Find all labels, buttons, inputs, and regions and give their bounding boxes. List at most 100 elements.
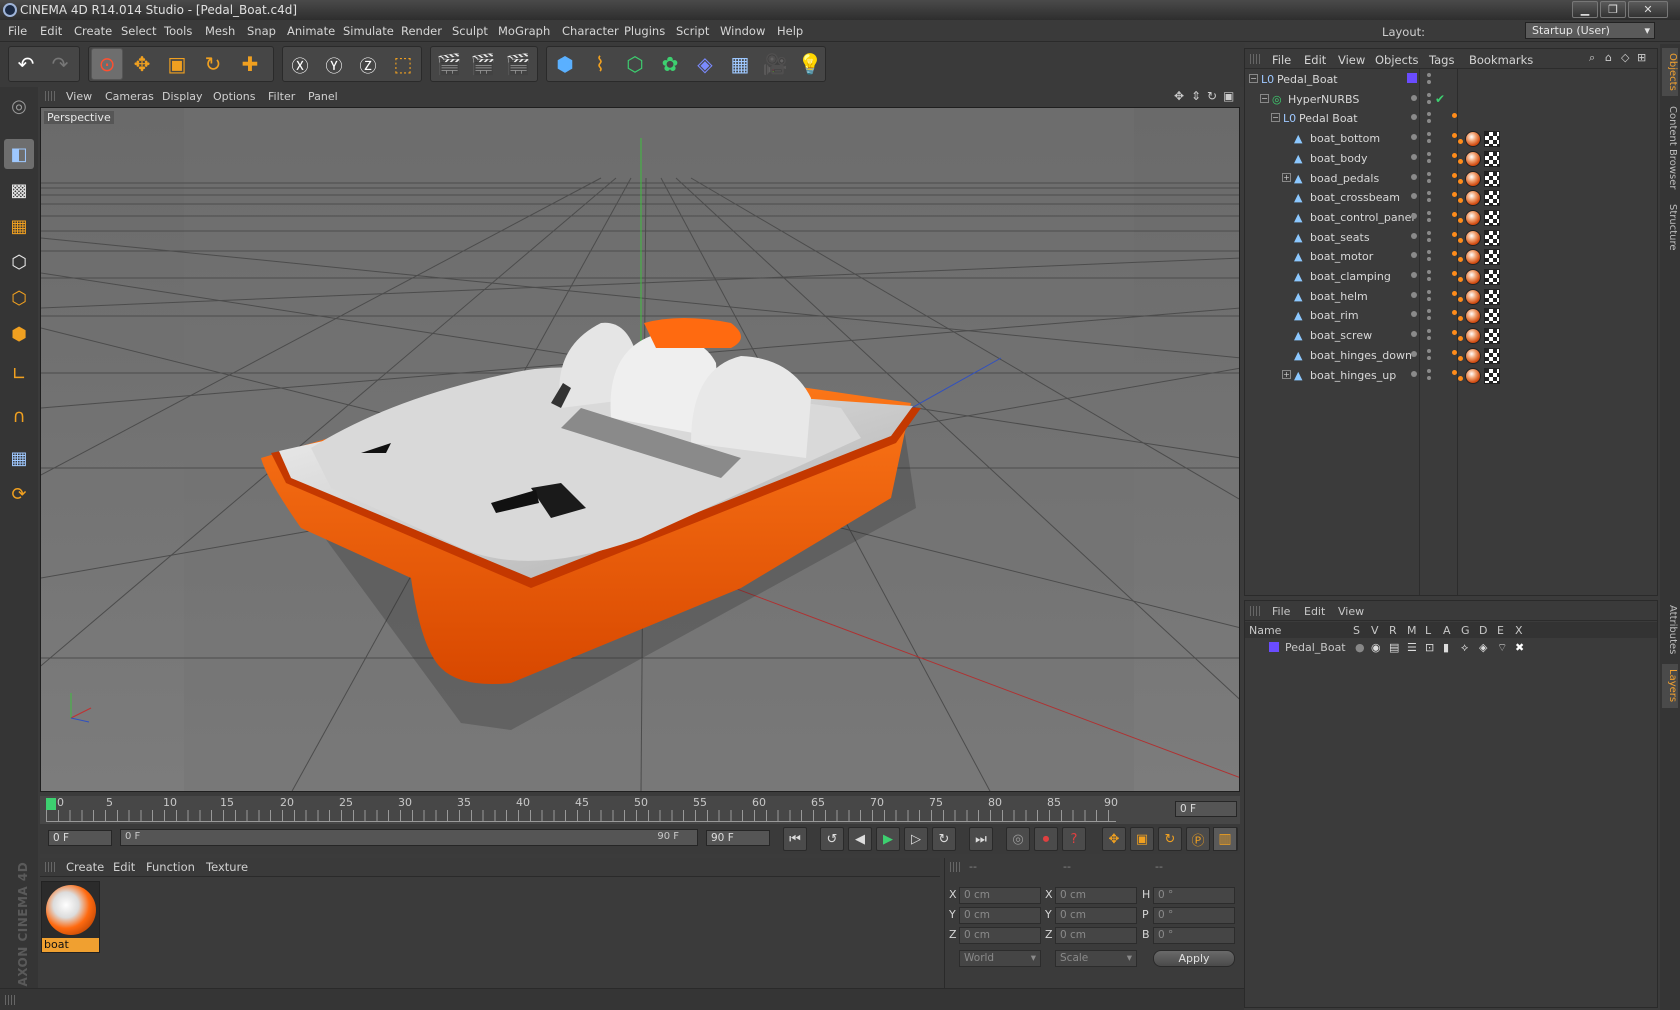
visibility-render-dot[interactable] (1427, 296, 1431, 301)
phong-tag-icon[interactable] (1452, 290, 1457, 296)
menu-tools[interactable]: Tools (164, 24, 192, 38)
visibility-editor-dot[interactable] (1427, 250, 1431, 255)
make-editable-icon[interactable]: ◎ (4, 91, 34, 121)
visibility-editor-dot[interactable] (1411, 114, 1417, 121)
layer-lock-icon[interactable]: ⊡ (1425, 641, 1434, 654)
phong-tag-icon[interactable] (1458, 217, 1463, 223)
y-axis-lock-icon[interactable]: Ⓨ (318, 48, 350, 80)
menu-render[interactable]: Render (401, 24, 442, 38)
object-row[interactable]: ▲ boat_seats (1245, 228, 1657, 248)
render-settings-icon[interactable]: 🎬 (502, 48, 534, 80)
menu-select[interactable]: Select (121, 24, 156, 38)
object-row[interactable]: ▲ boat_bottom (1245, 129, 1657, 149)
layer-color-swatch[interactable] (1407, 73, 1417, 83)
menu-sculpt[interactable]: Sculpt (452, 24, 488, 38)
size-mode-select[interactable]: Scale ▾ (1055, 950, 1137, 967)
points-mode-icon[interactable]: ⬡ (4, 247, 34, 277)
goto-start-icon[interactable]: ⏮ (783, 827, 807, 851)
material-menu-edit[interactable]: Edit (113, 860, 135, 874)
material-menu-create[interactable]: Create (66, 860, 104, 874)
menu-simulate[interactable]: Simulate (343, 24, 394, 38)
menu-window[interactable]: Window (720, 24, 765, 38)
key-position-icon[interactable]: ✥ (1102, 827, 1126, 851)
deformer-icon[interactable]: ◈ (689, 48, 721, 80)
material-tag-icon[interactable] (1465, 328, 1481, 345)
workplane-lock-icon[interactable]: ▦ (4, 443, 34, 473)
material-tag-icon[interactable] (1465, 308, 1481, 325)
model-mode-icon[interactable]: ◧ (4, 139, 34, 169)
object-row[interactable]: − L0 Pedal Boat (1245, 109, 1657, 129)
phong-tag-icon[interactable] (1458, 158, 1463, 164)
material-tag-icon[interactable] (1465, 190, 1481, 207)
visibility-render-dot[interactable] (1427, 375, 1431, 380)
menu-create[interactable]: Create (74, 24, 112, 38)
undo-icon[interactable]: ↶ (10, 48, 42, 80)
home-icon[interactable]: ⌂ (1605, 51, 1612, 64)
uvw-tag-icon[interactable] (1484, 367, 1500, 384)
visibility-editor-dot[interactable] (1411, 350, 1417, 357)
object-row[interactable]: ▲ boat_crossbeam (1245, 188, 1657, 208)
layer-color-swatch[interactable] (1269, 642, 1279, 652)
material-tag-icon[interactable] (1465, 347, 1481, 364)
visibility-render-dot[interactable] (1427, 355, 1431, 360)
layer-col-xref[interactable]: X (1515, 624, 1523, 637)
new-window-icon[interactable]: ⊞ (1637, 51, 1646, 64)
menu-file[interactable]: File (8, 24, 27, 38)
uvw-tag-icon[interactable] (1484, 209, 1500, 226)
workplane-mode-icon[interactable]: ▦ (4, 211, 34, 241)
start-frame-field[interactable]: 0 F (48, 830, 112, 846)
layer-animation-icon[interactable]: ▮ (1443, 641, 1449, 654)
layer-col-deformers[interactable]: D (1479, 624, 1487, 637)
material-tag-icon[interactable] (1465, 269, 1481, 285)
key-parameter-icon[interactable]: Ⓟ (1186, 827, 1210, 851)
visibility-render-dot[interactable] (1427, 257, 1431, 262)
phong-tag-icon[interactable] (1452, 369, 1457, 375)
phong-tag-icon[interactable] (1458, 355, 1463, 361)
layer-col-animation[interactable]: A (1443, 624, 1451, 637)
visibility-editor-dot[interactable] (1427, 191, 1431, 196)
phong-tag-icon[interactable] (1452, 172, 1457, 178)
phong-tag-icon[interactable] (1458, 296, 1463, 302)
viewport-zoom-icon[interactable]: ⇕ (1191, 89, 1201, 103)
minimize-button[interactable]: ▁ (1572, 1, 1598, 18)
uvw-tag-icon[interactable] (1484, 190, 1500, 207)
visibility-editor-dot[interactable] (1427, 329, 1431, 334)
phong-tag-icon[interactable] (1458, 336, 1463, 342)
solo-mode-icon[interactable]: ⟳ (4, 479, 34, 509)
visibility-editor-dot[interactable] (1427, 230, 1431, 235)
rot-b-field[interactable]: 0 ° (1153, 927, 1235, 944)
visibility-editor-dot[interactable] (1411, 331, 1417, 338)
light-icon[interactable]: 💡 (794, 48, 826, 80)
phong-tag-icon[interactable] (1452, 330, 1457, 336)
expand-toggle-icon[interactable]: − (1260, 93, 1269, 103)
tab-content-browser[interactable]: Content Browser (1662, 100, 1678, 196)
rot-p-field[interactable]: 0 ° (1153, 907, 1235, 924)
material-tag-icon[interactable] (1465, 150, 1481, 167)
phong-tag-icon[interactable] (1458, 178, 1463, 184)
axis-mode-icon[interactable]: ∟ (4, 359, 34, 389)
phong-tag-icon[interactable] (1452, 231, 1457, 237)
visibility-editor-dot[interactable] (1411, 311, 1417, 318)
add-object-tool-icon[interactable]: ✚ (234, 48, 266, 80)
object-row[interactable]: − ◎ HyperNURBS ✔ (1245, 90, 1657, 110)
visibility-editor-dot[interactable] (1411, 173, 1417, 180)
phong-tag-icon[interactable] (1452, 192, 1457, 198)
viewport-menu-filter[interactable]: Filter (268, 90, 295, 103)
cube-primitive-icon[interactable]: ⬢ (549, 48, 581, 80)
phong-tag-icon[interactable] (1458, 277, 1463, 282)
menu-script[interactable]: Script (676, 24, 709, 38)
viewport-menu-options[interactable]: Options (213, 90, 255, 103)
move-tool-icon[interactable]: ✥ (126, 48, 158, 80)
render-view-icon[interactable]: 🎬 (433, 48, 465, 80)
object-row[interactable]: ▲ boat_rim (1245, 306, 1657, 326)
tab-attributes[interactable]: Attributes (1662, 600, 1678, 660)
current-frame-marker[interactable] (46, 798, 56, 810)
object-row[interactable]: ▲ boat_helm (1245, 287, 1657, 307)
size-x-field[interactable]: 0 cm (1055, 887, 1137, 904)
visibility-editor-dot[interactable] (1427, 151, 1431, 156)
live-selection-icon[interactable]: ⊙ (91, 48, 123, 80)
autokey-icon[interactable]: ⏺ (1034, 827, 1058, 851)
phong-tag-icon[interactable] (1452, 133, 1457, 139)
material-menu-texture[interactable]: Texture (206, 860, 248, 874)
previous-frame-icon[interactable]: ◀ (848, 827, 872, 851)
